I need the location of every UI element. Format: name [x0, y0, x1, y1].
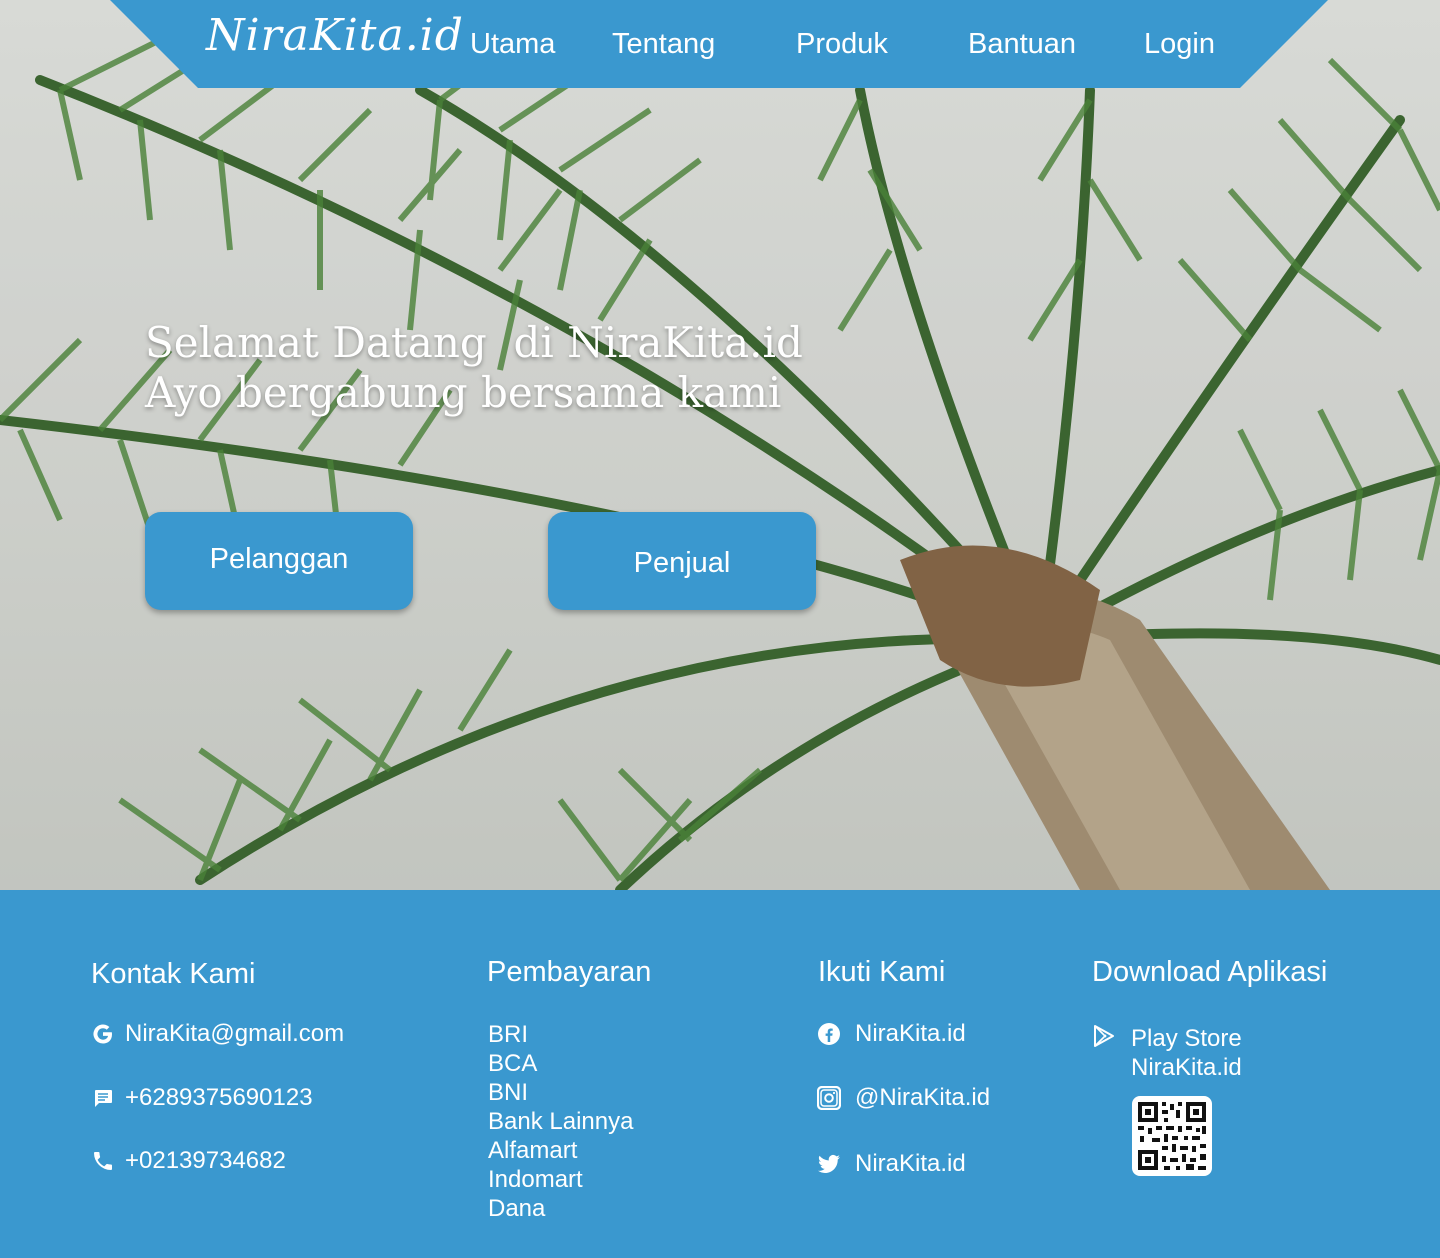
contact-sms-row[interactable]: +6289375690123 — [91, 1084, 313, 1112]
twitter-handle: NiraKita.id — [855, 1150, 966, 1177]
contact-phone-row[interactable]: +02139734682 — [91, 1147, 286, 1175]
nav-login[interactable]: Login — [1144, 28, 1215, 61]
payment-item[interactable]: BRI — [488, 1020, 633, 1049]
hero-headline: Selamat Datang di NiraKita.id Ayo bergab… — [145, 318, 803, 418]
footer: Kontak Kami NiraKita@gmail.com +62893756… — [0, 890, 1440, 1258]
payment-item[interactable]: BCA — [488, 1049, 633, 1078]
qr-code[interactable] — [1132, 1096, 1212, 1176]
play-store-icon[interactable] — [1092, 1024, 1116, 1048]
facebook-link[interactable]: NiraKita.id — [817, 1020, 966, 1048]
facebook-handle: NiraKita.id — [855, 1020, 966, 1047]
contact-phone: +02139734682 — [125, 1147, 286, 1174]
top-navbar: NiraKita.id Utama Tentang Produk Bantuan… — [110, 0, 1328, 88]
payment-item[interactable]: Dana — [488, 1194, 633, 1223]
pelanggan-button[interactable]: Pelanggan — [145, 512, 413, 610]
twitter-link[interactable]: NiraKita.id — [817, 1150, 966, 1178]
contact-email: NiraKita@gmail.com — [125, 1020, 345, 1047]
site-logo[interactable]: NiraKita.id — [206, 10, 464, 61]
headline-line-1: Selamat Datang di NiraKita.id — [145, 318, 803, 367]
twitter-icon — [818, 1154, 840, 1173]
message-icon — [95, 1090, 112, 1107]
nav-utama[interactable]: Utama — [470, 28, 555, 61]
facebook-icon — [818, 1023, 840, 1045]
play-store-label: Play Store — [1131, 1025, 1242, 1052]
payment-item[interactable]: Alfamart — [488, 1136, 633, 1165]
headline-line-2: Ayo bergabung bersama kami — [145, 368, 782, 417]
nav-tentang[interactable]: Tentang — [612, 28, 715, 61]
follow-heading: Ikuti Kami — [818, 956, 946, 988]
qr-code-icon — [1138, 1102, 1206, 1170]
hero-section: NiraKita.id Utama Tentang Produk Bantuan… — [0, 0, 1440, 890]
play-store-link[interactable]: Play Store NiraKita.id — [1131, 1024, 1242, 1082]
nav-bantuan[interactable]: Bantuan — [968, 28, 1076, 61]
app-name: NiraKita.id — [1131, 1054, 1242, 1081]
phone-icon — [94, 1152, 112, 1170]
instagram-icon — [817, 1086, 841, 1110]
nav-produk[interactable]: Produk — [796, 28, 888, 61]
instagram-handle: @NiraKita.id — [855, 1084, 991, 1111]
payment-item[interactable]: BNI — [488, 1078, 633, 1107]
payment-item[interactable]: Indomart — [488, 1165, 633, 1194]
penjual-button[interactable]: Penjual — [548, 512, 816, 610]
palm-tree-image — [0, 0, 1440, 890]
google-icon — [93, 1024, 112, 1044]
payment-item[interactable]: Bank Lainnya — [488, 1107, 633, 1136]
contact-heading: Kontak Kami — [91, 958, 256, 990]
contact-sms: +6289375690123 — [125, 1084, 313, 1111]
payment-heading: Pembayaran — [487, 956, 652, 988]
instagram-link[interactable]: @NiraKita.id — [817, 1084, 990, 1112]
contact-email-row[interactable]: NiraKita@gmail.com — [91, 1020, 344, 1048]
download-heading: Download Aplikasi — [1092, 956, 1328, 988]
payment-list: BRI BCA BNI Bank Lainnya Alfamart Indoma… — [488, 1020, 633, 1223]
